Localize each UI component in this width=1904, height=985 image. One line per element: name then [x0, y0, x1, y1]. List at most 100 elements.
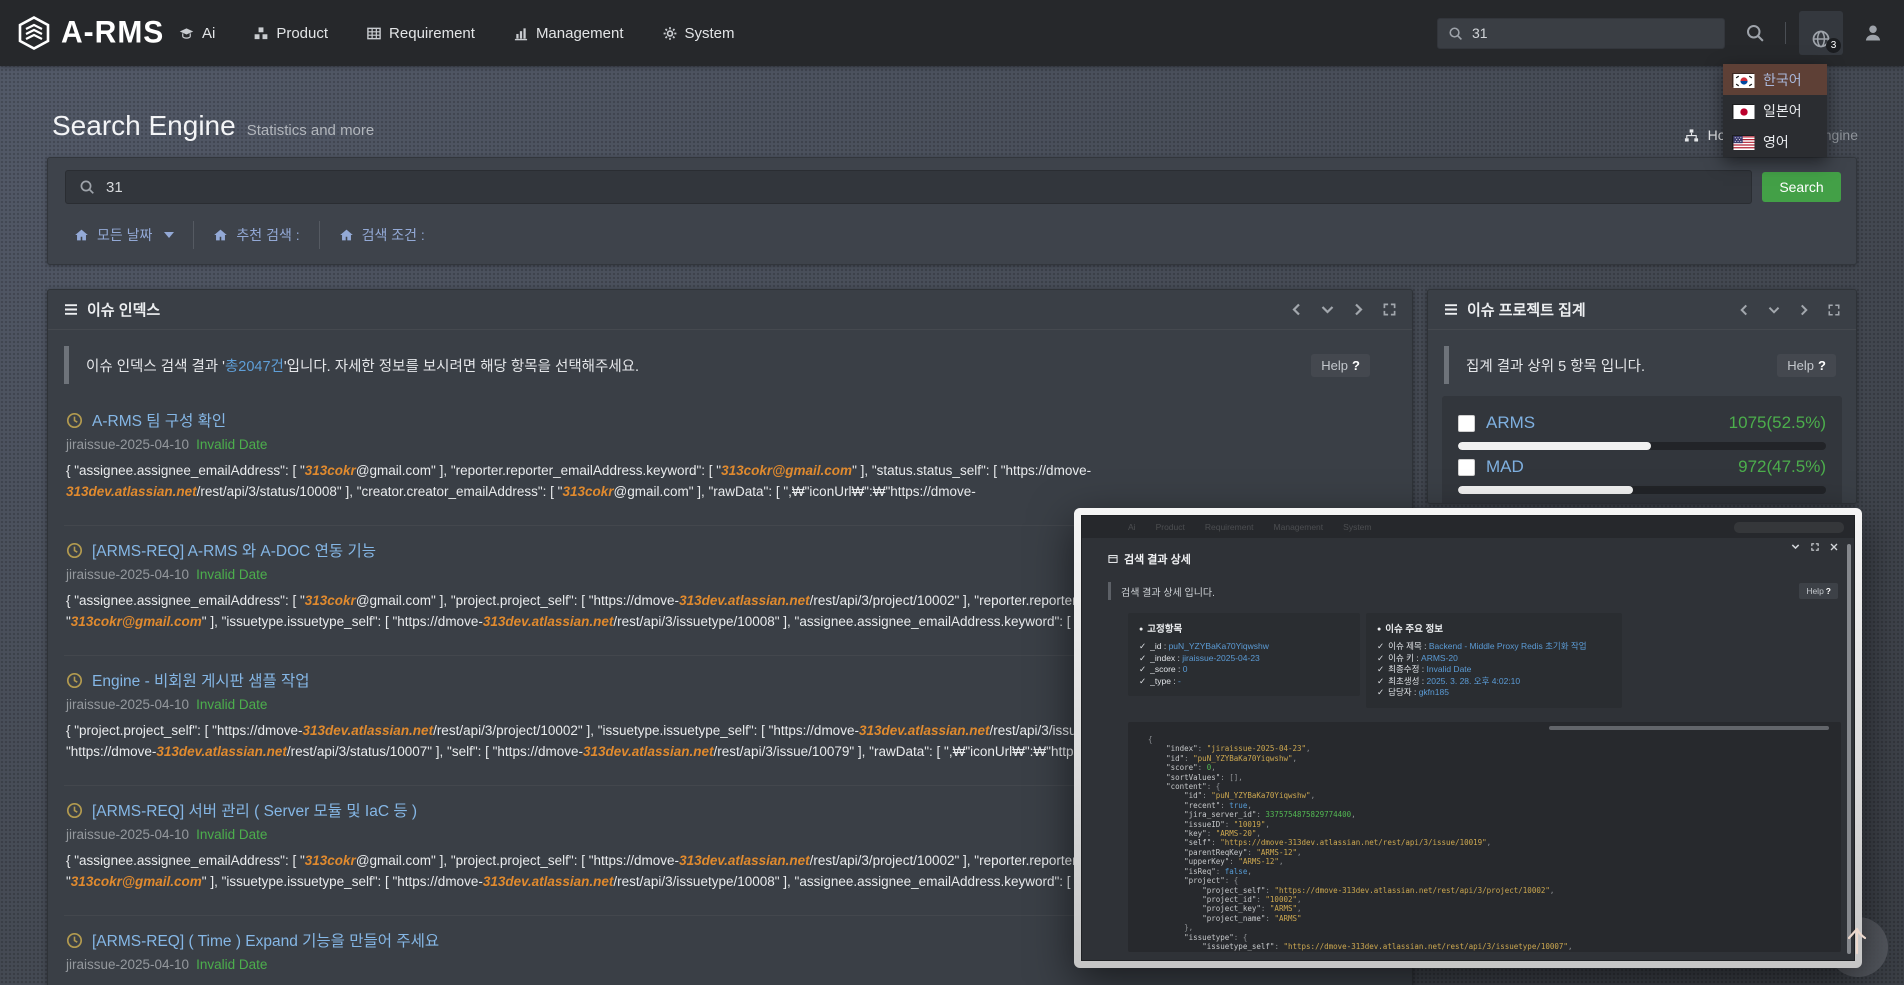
info-accent-bar [64, 346, 69, 384]
menu-item-management[interactable]: Management [513, 25, 624, 42]
check-icon: ✓ [1377, 687, 1384, 697]
project-agg-title: 이슈 프로젝트 집계 [1467, 299, 1586, 320]
detail-field-value: Backend - Middle Proxy Redis 초기화 작업 [1429, 641, 1587, 651]
bar-chart-icon [513, 26, 529, 41]
detail-field-value: gkfn185 [1419, 687, 1449, 697]
result-title-link[interactable]: [ARMS-REQ] A-RMS 와 A-DOC 연동 기능 [92, 539, 376, 561]
main-search-box[interactable] [65, 170, 1752, 204]
search-icon [79, 179, 95, 195]
menu-item-product[interactable]: Product [253, 25, 328, 42]
project-agg-row: ARMS 1075(52.5%) [1458, 413, 1826, 450]
result-meta: jiraissue-2025-04-10Invalid Date [66, 435, 1394, 454]
user-button[interactable] [1856, 13, 1890, 53]
menu-item-label: Ai [202, 25, 215, 42]
panel-collapse-icon[interactable] [1768, 305, 1780, 315]
chevron-down-icon [164, 232, 174, 238]
detail-field-row: ✓담당자 : gkfn185 [1377, 687, 1611, 699]
project-agg-panel: 이슈 프로젝트 집계 집계 결과 상위 5 항목 입니다. Help? ARMS… [1427, 289, 1857, 504]
detail-field-value: ARMS-20 [1421, 653, 1458, 663]
help-button[interactable]: Help? [1311, 354, 1370, 377]
clock-icon [66, 542, 83, 559]
help-button[interactable]: Help? [1777, 354, 1836, 377]
modal-scrollbar[interactable] [1847, 544, 1851, 954]
detail-field-row: ✓최종수정 : Invalid Date [1377, 664, 1611, 676]
ghost-menu-item: Product [1156, 522, 1185, 532]
panel-prev-icon[interactable] [1739, 304, 1749, 316]
app-logo[interactable]: A-RMS [16, 0, 164, 66]
detail-field-value: - [1178, 676, 1181, 686]
detail-field-row: ✓_score : 0 [1139, 664, 1349, 676]
result-json-preview: 313dev.atlassian.net/rest/api/3/status/1… [66, 481, 1394, 502]
cubes-icon [253, 26, 269, 41]
project-checkbox[interactable] [1458, 459, 1475, 476]
project-agg-info: 집계 결과 상위 5 항목 입니다. Help? [1444, 346, 1840, 384]
modal-title: 검색 결과 상세 [1124, 551, 1191, 567]
issue-detail-json-block: { "index": "jiraissue-2025-04-23", "id":… [1128, 722, 1841, 952]
panel-prev-icon[interactable] [1291, 303, 1302, 316]
help-button[interactable]: Help? [1799, 583, 1838, 599]
filter-1[interactable]: 추천 검색 : [194, 225, 318, 245]
bullet-icon: ● [1377, 626, 1381, 633]
result-item[interactable]: A-RMS 팀 구성 확인 jiraissue-2025-04-10Invalid… [64, 396, 1396, 525]
result-title-link[interactable]: [ARMS-REQ] 서버 관리 ( Server 모듈 및 IaC 등 ) [92, 799, 417, 821]
home-icon [74, 228, 89, 242]
project-name[interactable]: MAD [1486, 457, 1524, 477]
navbar-search[interactable] [1437, 18, 1725, 49]
panel-expand-icon[interactable] [1383, 303, 1396, 316]
language-option-us[interactable]: 영어 [1723, 126, 1827, 157]
scroll-top-arrow-icon[interactable] [1842, 923, 1872, 957]
filter-label: 검색 조건 : [362, 225, 425, 245]
navbar-search-input[interactable] [1472, 25, 1714, 41]
panel-next-icon[interactable] [1353, 303, 1364, 316]
project-checkbox[interactable] [1458, 415, 1475, 432]
result-count-link[interactable]: 총2047건 [225, 359, 284, 375]
ghost-menu-item: System [1343, 522, 1371, 532]
flag-jp-icon [1732, 104, 1754, 118]
ghost-search-pill [1734, 522, 1844, 533]
detail-field-value: jiraissue-2025-04-23 [1182, 653, 1260, 663]
home-icon [213, 228, 228, 242]
language-option-jp[interactable]: 일본어 [1723, 95, 1827, 126]
search-icon [1448, 26, 1463, 41]
language-option-kr[interactable]: 한국어 [1723, 64, 1827, 95]
panel-expand-icon[interactable] [1828, 304, 1840, 316]
table-icon [366, 26, 382, 41]
panel-collapse-icon[interactable] [1321, 304, 1334, 315]
panel-next-icon[interactable] [1799, 304, 1809, 316]
search-button[interactable] [1738, 13, 1772, 53]
result-date: Invalid Date [196, 697, 267, 712]
result-index-name: jiraissue-2025-04-10 [66, 827, 189, 842]
page-header: Search Engine Statistics and more [52, 110, 374, 142]
result-index-name: jiraissue-2025-04-10 [66, 697, 189, 712]
issue-summary-box: ●이슈 주요 정보 ✓이슈 제목 : Backend - Middle Prox… [1366, 613, 1622, 708]
check-icon: ✓ [1139, 653, 1146, 663]
filter-0[interactable]: 모든 날짜 [65, 225, 193, 245]
filter-2[interactable]: 검색 조건 : [320, 225, 444, 245]
horizontal-scrollbar[interactable] [1549, 726, 1829, 730]
gears-icon [662, 26, 678, 41]
window-collapse-icon[interactable] [1791, 543, 1800, 551]
project-agg-list: ARMS1075(52.5%)MAD972(47.5%) [1442, 396, 1842, 504]
main-search-input[interactable] [106, 179, 1738, 196]
menu-item-ai[interactable]: Ai [178, 25, 215, 42]
flag-us-icon [1732, 135, 1754, 149]
navbar-right: 3 [1437, 0, 1890, 66]
project-count: 1075(52.5%) [1729, 413, 1826, 433]
clock-icon [66, 932, 83, 949]
result-title-link[interactable]: Engine - 비회원 게시판 샘플 작업 [92, 669, 310, 691]
menu-item-requirement[interactable]: Requirement [366, 25, 475, 42]
language-button[interactable]: 3 [1799, 11, 1843, 55]
language-option-label: 일본어 [1763, 101, 1802, 121]
window-close-icon[interactable] [1830, 543, 1838, 551]
result-title-link[interactable]: A-RMS 팀 구성 확인 [92, 409, 226, 431]
project-name[interactable]: ARMS [1486, 413, 1535, 433]
window-maximize-icon[interactable] [1811, 543, 1819, 551]
result-index-name: jiraissue-2025-04-10 [66, 567, 189, 582]
menu-item-label: System [685, 25, 735, 42]
detail-field-row: ✓_index : jiraissue-2025-04-23 [1139, 653, 1349, 665]
check-icon: ✓ [1377, 676, 1384, 686]
search-submit-button[interactable]: Search [1762, 172, 1841, 202]
result-title-link[interactable]: [ARMS-REQ] ( Time ) Expand 기능을 만들어 주세요 [92, 929, 439, 951]
menu-item-system[interactable]: System [662, 25, 735, 42]
ghost-menu-item: Management [1274, 522, 1324, 532]
